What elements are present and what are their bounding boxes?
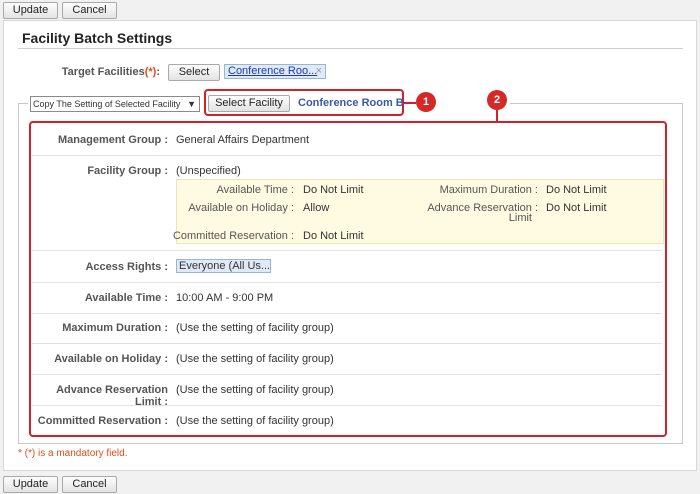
row-divider [32,155,662,156]
mandatory-note: * (*) is a mandatory field. [18,448,128,459]
page-title: Facility Batch Settings [22,30,173,46]
fg-holiday-value: Allow [303,202,330,214]
selected-facility-link[interactable]: Conference Roo... [228,65,317,77]
row-divider [32,313,662,314]
row-divider [32,250,662,251]
fieldset-border-left [18,103,19,443]
fg-committed-value: Do Not Limit [303,230,364,242]
committed-reservation-value: (Use the setting of facility group) [176,415,334,427]
management-group-label: Management Group : [57,134,168,146]
fg-committed-label: Committed Reservation : [172,230,294,242]
cancel-button-top[interactable]: Cancel [62,2,117,19]
callout-badge-2: 2 [487,90,507,110]
available-time-value: 10:00 AM - 9:00 PM [176,292,274,304]
title-divider [18,48,683,49]
available-on-holiday-label: Available on Holiday : [54,353,168,365]
fieldset-border-top [510,103,682,104]
fieldset-border [18,103,28,104]
fg-advance-label-line2: Limit [508,212,532,224]
cancel-button-bottom[interactable]: Cancel [62,476,117,493]
facility-group-value: (Unspecified) [176,165,241,177]
fg-maximum-duration-value: Do Not Limit [546,184,607,196]
committed-reservation-label: Committed Reservation : [37,415,168,427]
copy-setting-select[interactable]: Copy The Setting of Selected Facility ▼ [30,96,200,112]
update-button-bottom[interactable]: Update [3,476,58,493]
chevron-down-icon: ▼ [187,99,196,109]
row-divider [32,343,662,344]
select-target-button[interactable]: Select [168,64,220,81]
row-divider [32,282,662,283]
fg-advance-value: Do Not Limit [546,202,607,214]
fieldset-border-right [682,103,683,444]
fg-available-time-label: Available Time : [216,184,294,196]
required-mark: (*) [144,66,157,78]
callout-1-connector [404,102,416,104]
fg-holiday-label: Available on Holiday : [188,202,294,214]
facility-group-label: Facility Group : [87,165,168,177]
available-on-holiday-value: (Use the setting of facility group) [176,353,334,365]
select-facility-button[interactable]: Select Facility [208,95,290,112]
copy-selected-facility: Conference Room B [298,97,404,109]
fg-maximum-duration-label: Maximum Duration : [439,184,538,196]
target-facilities-label: Target Facilities(*): [61,66,160,78]
available-time-label: Available Time : [84,292,168,304]
management-group-value: General Affairs Department [176,134,310,146]
maximum-duration-value: (Use the setting of facility group) [176,322,334,334]
row-divider [32,405,662,406]
fieldset-border-bottom [18,443,682,444]
callout-badge-1: 1 [416,92,436,112]
row-divider [32,374,662,375]
access-rights-label: Access Rights : [85,261,168,273]
maximum-duration-label: Maximum Duration : [62,322,168,334]
selected-facility-chip[interactable]: Conference Roo... × [224,64,326,79]
remove-icon[interactable]: × [316,65,322,78]
advance-reservation-limit-value: (Use the setting of facility group) [176,384,334,396]
update-button-top[interactable]: Update [3,2,58,19]
access-rights-chip[interactable]: Everyone (All Us... [176,259,271,273]
fg-available-time-value: Do Not Limit [303,184,364,196]
